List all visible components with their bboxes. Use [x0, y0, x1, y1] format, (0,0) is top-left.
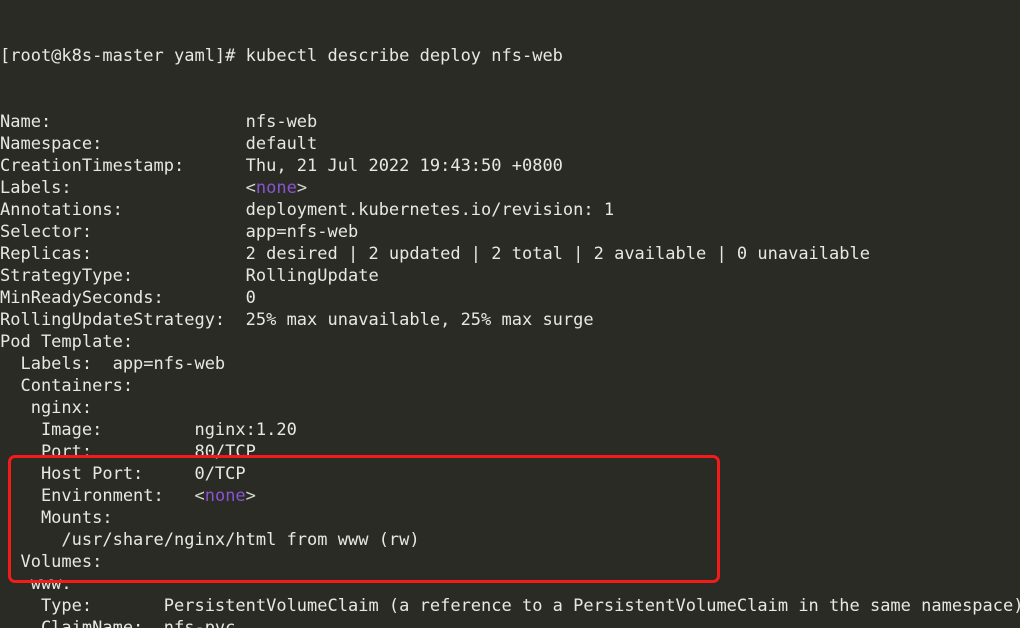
output-line: Port: 80/TCP	[0, 442, 256, 462]
output-line: Selector: app=nfs-web	[0, 222, 359, 242]
terminal-window[interactable]: [root@k8s-master yaml]# kubectl describe…	[0, 0, 1020, 628]
none-value: none	[204, 486, 246, 506]
kubectl-describe-output: Name: nfs-web Namespace: default CreationT…	[0, 111, 1020, 628]
output-line: Containers:	[0, 376, 134, 396]
output-line: Annotations: deployment.kubernetes.io/re…	[0, 200, 615, 220]
output-line: StrategyType: RollingUpdate	[0, 266, 379, 286]
output-line: nginx:	[0, 398, 93, 418]
angle-bracket-open: <	[194, 486, 205, 506]
output-line: Host Port: 0/TCP	[0, 464, 246, 484]
angle-bracket-close: >	[245, 486, 256, 506]
output-line: Mounts:	[0, 508, 113, 528]
prompt-line: [root@k8s-master yaml]# kubectl describe…	[0, 46, 563, 66]
output-line: Image: nginx:1.20	[0, 420, 297, 440]
output-line: Name: nfs-web	[0, 112, 318, 132]
output-line: Replicas: 2 desired | 2 updated | 2 tota…	[0, 244, 870, 264]
output-line: Labels: app=nfs-web	[0, 354, 226, 374]
angle-bracket-open: <	[245, 178, 256, 198]
output-line: www:	[0, 574, 72, 594]
none-value: none	[255, 178, 297, 198]
output-line: Namespace: default	[0, 134, 318, 154]
output-line: Labels: <none>	[0, 178, 308, 198]
output-line: Pod Template:	[0, 332, 134, 352]
output-line: Type: PersistentVolumeClaim (a reference…	[0, 596, 1020, 616]
output-line: RollingUpdateStrategy: 25% max unavailab…	[0, 310, 594, 330]
output-line: CreationTimestamp: Thu, 21 Jul 2022 19:4…	[0, 156, 563, 176]
angle-bracket-close: >	[296, 178, 308, 198]
output-line: MinReadySeconds: 0	[0, 288, 256, 308]
output-line: Environment: <none>	[0, 486, 256, 506]
output-line: /usr/share/nginx/html from www (rw)	[0, 530, 420, 550]
output-line: ClaimName: nfs-pvc	[0, 618, 236, 628]
terminal-output: [root@k8s-master yaml]# kubectl describe…	[0, 0, 1020, 628]
output-line: Volumes:	[0, 552, 103, 572]
